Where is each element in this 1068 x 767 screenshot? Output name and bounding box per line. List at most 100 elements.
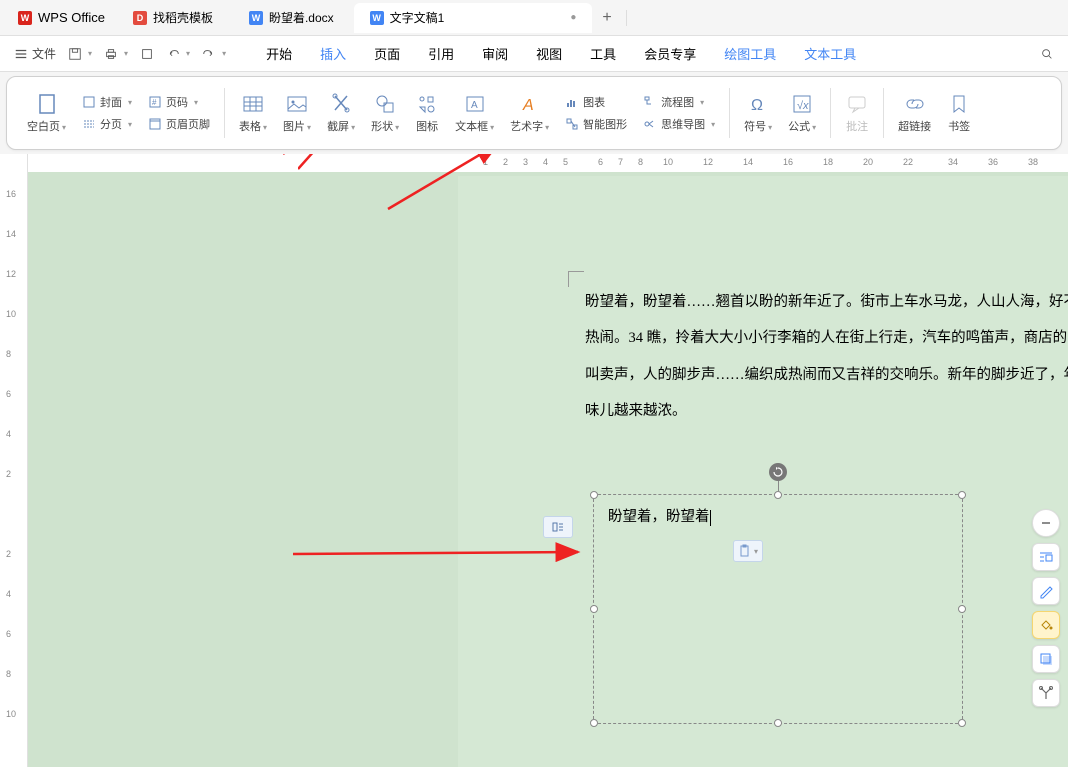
word-icon: W bbox=[249, 11, 263, 25]
paste-options-button[interactable]: ▾ bbox=[733, 540, 763, 562]
layout-options-button[interactable] bbox=[543, 516, 573, 538]
ruler-tick: 1 bbox=[483, 157, 488, 167]
textbox-button[interactable]: A 文本框▾ bbox=[447, 92, 502, 134]
page-num-button[interactable]: #页码▾ bbox=[148, 94, 210, 110]
mindmap-button[interactable]: 思维导图▾ bbox=[643, 116, 715, 132]
text-cursor bbox=[710, 510, 711, 526]
ruler-tick: 8 bbox=[638, 157, 643, 167]
ruler-tick: 16 bbox=[783, 157, 793, 167]
ruler-tick: 2 bbox=[503, 157, 508, 167]
ribbon-separator bbox=[883, 88, 884, 138]
screenshot-button[interactable]: 截屏▾ bbox=[319, 92, 363, 134]
resize-handle-se[interactable] bbox=[958, 719, 966, 727]
undo-button[interactable]: ▾ bbox=[160, 43, 196, 65]
ruler-tick: 3 bbox=[523, 157, 528, 167]
shape-button[interactable]: 形状▾ bbox=[363, 92, 407, 134]
resize-handle-sw[interactable] bbox=[590, 719, 598, 727]
ruler-tick: 4 bbox=[6, 589, 11, 599]
redo-button[interactable]: ▾ bbox=[196, 43, 232, 65]
resize-handle-nw[interactable] bbox=[590, 491, 598, 499]
menu-tab-vip[interactable]: 会员专享 bbox=[630, 36, 710, 71]
quick-access: 文件 ▾ ▾ ▾ ▾ bbox=[8, 41, 232, 66]
bookmark-button[interactable]: 书签 bbox=[939, 92, 979, 134]
menu-tab-view[interactable]: 视图 bbox=[522, 36, 576, 71]
symbol-button[interactable]: Ω 符号▾ bbox=[736, 92, 780, 134]
ribbon-separator bbox=[224, 88, 225, 138]
rotate-handle[interactable] bbox=[769, 463, 787, 481]
fill-button[interactable] bbox=[1032, 611, 1060, 639]
mindmap-icon bbox=[643, 117, 657, 131]
ruler-tick: 5 bbox=[563, 157, 568, 167]
preview-button[interactable] bbox=[134, 43, 160, 65]
rotate-icon bbox=[773, 467, 783, 477]
textbox-content[interactable]: 盼望着，盼望着 bbox=[594, 495, 962, 536]
svg-text:A: A bbox=[522, 97, 534, 114]
menu-tab-start[interactable]: 开始 bbox=[252, 36, 306, 71]
print-icon bbox=[104, 47, 118, 61]
image-button[interactable]: 图片▾ bbox=[275, 92, 319, 134]
table-icon bbox=[241, 92, 265, 116]
menu-icon bbox=[14, 47, 28, 61]
ruler-tick: 12 bbox=[6, 269, 16, 279]
comment-button[interactable]: 批注 bbox=[837, 92, 877, 134]
shadow-icon bbox=[1038, 651, 1054, 667]
page-break-button[interactable]: 分页▾ bbox=[82, 116, 132, 132]
menu-tab-ref[interactable]: 引用 bbox=[414, 36, 468, 71]
textbox[interactable]: 盼望着，盼望着 bbox=[593, 494, 963, 724]
formula-button[interactable]: √x 公式▾ bbox=[780, 92, 824, 134]
tab-doc-2[interactable]: W 文字文稿1 ● bbox=[354, 3, 593, 33]
ruler-tick: 10 bbox=[6, 309, 16, 319]
resize-handle-s[interactable] bbox=[774, 719, 782, 727]
table-button[interactable]: 表格▾ bbox=[231, 92, 275, 134]
layout-icon bbox=[551, 520, 565, 534]
text-wrap-button[interactable] bbox=[1032, 543, 1060, 571]
ruler-tick: 7 bbox=[618, 157, 623, 167]
search-button[interactable] bbox=[1034, 43, 1060, 65]
menu-tab-drawtools[interactable]: 绘图工具 bbox=[710, 36, 790, 71]
flowchart-icon bbox=[643, 95, 657, 109]
menu-tab-insert[interactable]: 插入 bbox=[306, 36, 360, 71]
icon-button[interactable]: 图标 bbox=[407, 92, 447, 134]
save-button[interactable]: ▾ bbox=[62, 43, 98, 65]
page-area[interactable]: 1 2 3 4 5 6 7 8 10 12 14 16 18 20 22 34 … bbox=[28, 154, 1068, 767]
flowchart-button[interactable]: 流程图▾ bbox=[643, 94, 715, 110]
wordart-button[interactable]: A 艺术字▾ bbox=[502, 92, 557, 134]
resize-handle-w[interactable] bbox=[590, 605, 598, 613]
ruler-tick: 4 bbox=[6, 429, 11, 439]
menu-right bbox=[1034, 43, 1060, 65]
ruler-tick: 6 bbox=[6, 629, 11, 639]
ruler-tick: 2 bbox=[6, 469, 11, 479]
header-footer-button[interactable]: 页眉页脚 bbox=[148, 116, 210, 132]
menu-tab-texttools[interactable]: 文本工具 bbox=[790, 36, 870, 71]
ruler-tick: 36 bbox=[988, 157, 998, 167]
shadow-button[interactable] bbox=[1032, 645, 1060, 673]
ruler-horizontal: 1 2 3 4 5 6 7 8 10 12 14 16 18 20 22 34 … bbox=[28, 154, 1068, 172]
tab-template[interactable]: D 找稻壳模板 bbox=[117, 3, 229, 33]
tab-doc-1[interactable]: W 盼望着.docx bbox=[233, 3, 350, 33]
hyperlink-button[interactable]: 超链接 bbox=[890, 92, 939, 134]
blank-page-button[interactable]: 空白页▾ bbox=[19, 92, 74, 134]
resize-handle-ne[interactable] bbox=[958, 491, 966, 499]
format-button[interactable] bbox=[1032, 577, 1060, 605]
smartart-button[interactable]: 智能图形 bbox=[565, 116, 627, 132]
menu-tab-page[interactable]: 页面 bbox=[360, 36, 414, 71]
menu-tab-review[interactable]: 审阅 bbox=[468, 36, 522, 71]
tools-icon bbox=[1038, 685, 1054, 701]
print-button[interactable]: ▾ bbox=[98, 43, 134, 65]
menu-tab-tools[interactable]: 工具 bbox=[576, 36, 630, 71]
chart-button[interactable]: 图表 bbox=[565, 94, 627, 110]
resize-handle-e[interactable] bbox=[958, 605, 966, 613]
cover-button[interactable]: 封面▾ bbox=[82, 94, 132, 110]
document-paragraph[interactable]: 盼望着，盼望着……翘首以盼的新年近了。街市上车水马龙，人山人海，好不热闹。34 … bbox=[585, 284, 1068, 429]
more-button[interactable] bbox=[1032, 679, 1060, 707]
blank-page-icon bbox=[35, 92, 59, 116]
resize-handle-n[interactable] bbox=[774, 491, 782, 499]
menu-toggle-button[interactable]: 文件 bbox=[8, 41, 62, 66]
zoom-out-button[interactable] bbox=[1032, 509, 1060, 537]
add-tab-button[interactable]: + bbox=[594, 9, 619, 27]
minus-icon bbox=[1040, 517, 1052, 529]
close-icon[interactable]: ● bbox=[570, 12, 576, 23]
ribbon: 空白页▾ 封面▾ 分页▾ #页码▾ 页眉页脚 表格▾ 图片▾ 截屏▾ 形状▾ 图… bbox=[6, 76, 1062, 150]
undo-icon bbox=[166, 47, 180, 61]
svg-text:Ω: Ω bbox=[751, 97, 763, 114]
